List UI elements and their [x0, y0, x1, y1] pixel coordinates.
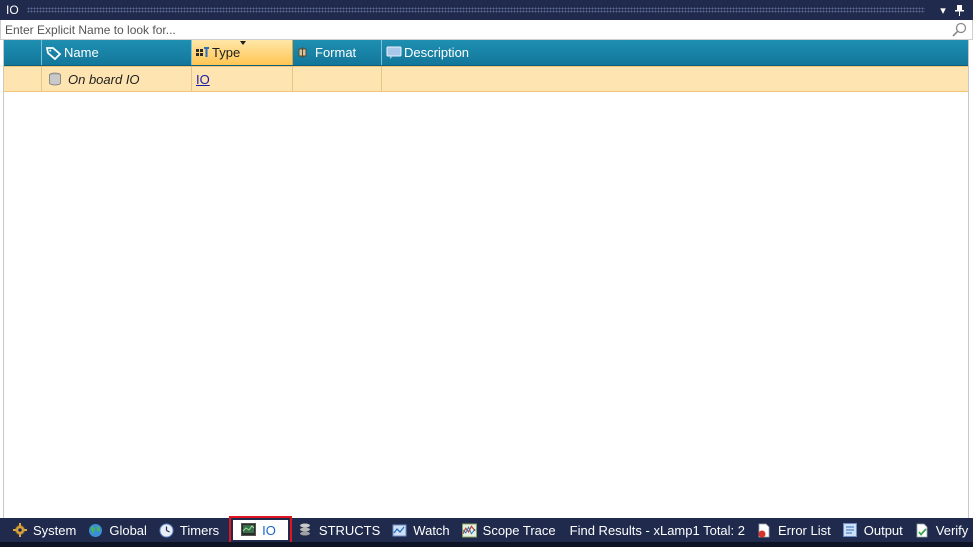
row-selector[interactable] [4, 67, 42, 91]
bottom-edge [0, 542, 973, 547]
sort-desc-icon [240, 41, 246, 45]
scope-icon [461, 522, 477, 538]
tool-window-tabs: System Global Timers IO STRUCTS Watch Sc… [0, 516, 973, 544]
globe-icon [88, 523, 103, 538]
tab-scope-trace[interactable]: Scope Trace [458, 519, 564, 541]
tab-label: Watch [413, 522, 450, 538]
clock-icon [159, 523, 174, 538]
type-icon [196, 46, 210, 59]
name-value: On board IO [68, 71, 140, 87]
column-header-format[interactable]: Format [293, 40, 382, 65]
search-icon[interactable] [950, 21, 968, 39]
search-input[interactable] [1, 20, 950, 39]
column-header-label: Format [315, 45, 357, 60]
watch-icon [392, 523, 407, 538]
column-header-type[interactable]: Type [192, 40, 293, 65]
format-cell[interactable] [293, 67, 382, 91]
tab-io[interactable]: IO [229, 516, 292, 544]
column-header-label: Type [212, 45, 241, 60]
pin-icon [954, 4, 964, 16]
type-cell[interactable]: IO [192, 67, 293, 91]
tab-label: Output [863, 522, 903, 538]
panel-titlebar: IO ▾ [0, 0, 973, 20]
verify-icon [915, 523, 930, 538]
tab-timers[interactable]: Timers [155, 519, 227, 541]
pin-button[interactable] [951, 2, 967, 18]
stack-icon [298, 523, 313, 538]
description-cell[interactable] [382, 67, 968, 91]
monitor-icon [241, 523, 257, 538]
name-cell[interactable]: On board IO [42, 67, 192, 91]
tab-error-list[interactable]: Error List [753, 519, 839, 541]
tab-label: System [33, 522, 77, 538]
tab-system[interactable]: System [8, 519, 84, 541]
search-bar [0, 20, 973, 40]
tab-verify[interactable]: Verify [911, 519, 973, 541]
output-icon [843, 523, 858, 538]
row-selector-header[interactable] [4, 40, 42, 65]
column-header-name[interactable]: Name [42, 40, 192, 65]
tab-label: STRUCTS [318, 522, 381, 538]
comment-icon [386, 46, 402, 59]
tab-label: Error List [778, 522, 831, 538]
io-grid: Name Type Format Description On board IO… [3, 40, 969, 518]
column-header-label: Name [64, 45, 99, 60]
database-icon [48, 72, 62, 86]
tab-label: Verify [935, 522, 969, 538]
drag-grip[interactable] [26, 7, 925, 13]
tab-label: Find Results - xLamp1 Total: 2 [569, 522, 745, 538]
tab-output[interactable]: Output [839, 519, 911, 541]
tag-icon [46, 46, 62, 60]
column-header-label: Description [404, 45, 470, 60]
tab-label: Global [109, 522, 147, 538]
tab-find-results[interactable]: Find Results - xLamp1 Total: 2 [564, 519, 753, 541]
gear-icon [12, 523, 27, 538]
tab-watch[interactable]: Watch [388, 519, 457, 541]
error-list-icon [757, 523, 772, 538]
chevron-down-icon: ▾ [940, 4, 946, 17]
grid-header: Name Type Format Description [4, 40, 968, 66]
tab-global[interactable]: Global [84, 519, 155, 541]
tab-label: IO [262, 522, 276, 538]
tab-structs[interactable]: STRUCTS [294, 519, 388, 541]
format-icon [297, 46, 309, 59]
panel-title: IO [6, 3, 19, 17]
table-row[interactable]: On board IO IO [4, 66, 968, 92]
panel-menu-button[interactable]: ▾ [935, 2, 951, 18]
tab-label: Timers [179, 522, 220, 538]
column-header-description[interactable]: Description [382, 40, 968, 65]
tab-label: Scope Trace [482, 522, 556, 538]
type-link[interactable]: IO [196, 72, 210, 87]
